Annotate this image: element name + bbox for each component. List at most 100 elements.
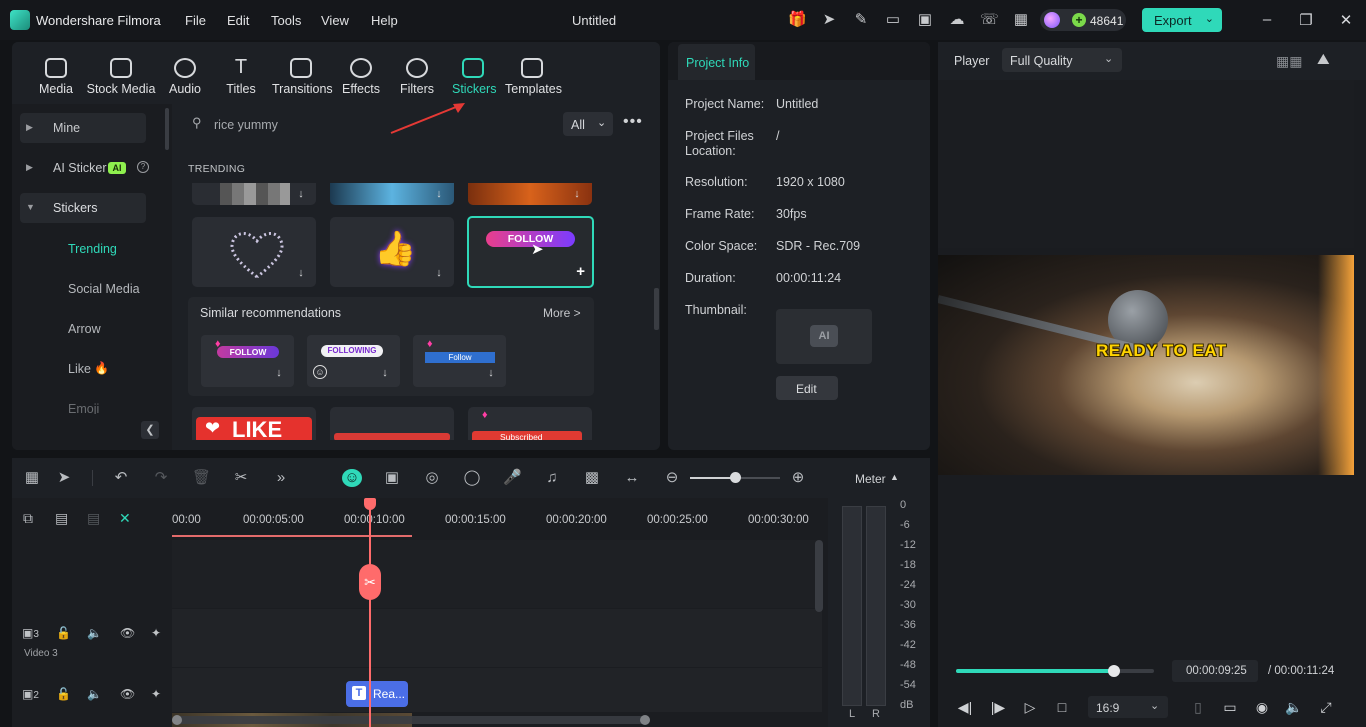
timeline-v-scrollbar[interactable] (815, 540, 823, 612)
audio-mixer-icon[interactable]: ♫ (543, 469, 561, 487)
select-tool-icon[interactable]: ➤ (55, 469, 73, 487)
download-icon[interactable]: ↓ (294, 187, 308, 201)
stop-icon[interactable]: □ (1053, 698, 1071, 716)
tab-transitions[interactable]: Transitions (272, 58, 333, 96)
headset-icon[interactable]: ☏ (980, 11, 999, 29)
sticker-thumb-follow-selected[interactable]: FOLLOW ➤ + (467, 216, 594, 288)
download-icon[interactable]: ↓ (432, 266, 446, 280)
monitor-icon[interactable]: ▭ (884, 11, 902, 29)
sticker-thumb[interactable] (330, 407, 454, 440)
scissors-icon[interactable]: ✂ (232, 469, 250, 487)
snapshot-image-icon[interactable]: ⛰ (1317, 51, 1330, 68)
thumbnail-box[interactable]: AI (776, 309, 872, 364)
fullscreen-icon[interactable]: ⤢ (1317, 698, 1335, 716)
sidebar-sub-arrow[interactable]: Arrow (68, 322, 101, 336)
add-track-icon[interactable]: ⧉ (23, 510, 33, 527)
filter-dropdown[interactable]: All ⌄ (563, 112, 613, 136)
play-icon[interactable]: ▷ (1021, 698, 1039, 716)
eye-icon[interactable]: 👁 (120, 626, 135, 640)
tab-audio[interactable]: Audio (166, 58, 204, 96)
menu-tools[interactable]: Tools (271, 13, 301, 28)
feedback-icon[interactable]: ✎ (852, 11, 870, 29)
quality-dropdown[interactable]: Full Quality ⌄ (1002, 48, 1122, 72)
lock-icon[interactable]: 🔓 (56, 626, 71, 640)
display-icon[interactable]: ▭ (1221, 698, 1239, 716)
save-icon[interactable]: ▣ (916, 11, 934, 29)
tab-media[interactable]: Media (36, 58, 76, 96)
shield-icon[interactable]: ◯ (463, 469, 481, 487)
video-track-3[interactable] (172, 609, 822, 667)
zoom-out-icon[interactable]: ⊖ (663, 469, 681, 487)
similar-item-following[interactable]: FOLLOWING ☺ ↓ (307, 335, 400, 387)
playhead-handle[interactable] (364, 498, 376, 510)
cloud-upload-icon[interactable]: ☁ (948, 11, 966, 29)
snap-icon[interactable]: ✕ (119, 510, 131, 527)
prev-frame-icon[interactable]: ◀| (956, 698, 974, 716)
menu-help[interactable]: Help (371, 13, 398, 28)
tab-stock-media[interactable]: Stock Media (86, 58, 156, 96)
lock-icon[interactable]: 🔓 (56, 687, 71, 701)
current-time-field[interactable]: 00:00:09:25 (1172, 660, 1258, 682)
sidebar-item-mine[interactable]: ▶ Mine (20, 113, 146, 143)
menu-file[interactable]: File (185, 13, 206, 28)
similar-item-follow-blue[interactable]: ♦ Follow ↓ (413, 335, 506, 387)
tab-filters[interactable]: Filters (398, 58, 436, 96)
send-icon[interactable]: ➤ (820, 11, 838, 29)
sticker-thumb[interactable]: ↓ (468, 183, 592, 205)
overlay-title-text[interactable]: READY TO EAT (1096, 341, 1227, 361)
credits-pill[interactable]: + 48641 (1040, 9, 1126, 31)
sticker-thumb-like[interactable]: LIKE ❤ (192, 407, 316, 440)
microphone-icon[interactable]: 🎤 (503, 469, 522, 487)
eye-icon[interactable]: 👁 (120, 687, 135, 701)
camera-icon[interactable]: ◉ (1253, 698, 1271, 716)
apps-grid-icon[interactable]: ▦ (1012, 11, 1030, 29)
download-icon[interactable]: ↓ (378, 366, 392, 380)
scroll-handle-right[interactable] (640, 715, 650, 725)
progress-track[interactable] (956, 665, 1154, 677)
more-options-icon[interactable]: ••• (623, 114, 643, 130)
more-tools-icon[interactable]: » (272, 469, 290, 487)
link-icon[interactable]: ▤ (55, 510, 68, 527)
tab-templates[interactable]: Templates (505, 58, 562, 96)
sticker-scrollbar[interactable] (654, 288, 659, 330)
scroll-handle-left[interactable] (172, 715, 182, 725)
ai-mate-icon[interactable]: ☺ (342, 469, 362, 487)
volume-icon[interactable]: 🔈 (87, 626, 102, 640)
undo-icon[interactable]: ↶ (112, 469, 130, 487)
edit-thumbnail-button[interactable]: Edit (776, 376, 838, 400)
redo-icon[interactable]: ↷ (152, 469, 170, 487)
export-button[interactable]: Export ⌄ (1142, 8, 1222, 32)
split-scissors-icon[interactable]: ✂ (359, 564, 381, 600)
tab-project-info[interactable]: Project Info (678, 44, 755, 80)
title-clip[interactable]: T Rea... (346, 681, 408, 707)
sidebar-sub-social-media[interactable]: Social Media (68, 282, 140, 296)
add-icon[interactable]: + (576, 263, 585, 280)
sidebar-item-stickers[interactable]: ▼ Stickers (20, 193, 146, 223)
timeline-h-scrollbar[interactable] (172, 715, 650, 725)
video-track-2[interactable] (172, 668, 822, 712)
download-icon[interactable]: ↓ (272, 366, 286, 380)
chevron-up-icon[interactable]: ▲ (890, 472, 899, 482)
aspect-ratio-dropdown[interactable]: 16:9 ⌄ (1088, 696, 1168, 718)
sidebar-sub-emoji[interactable]: Emoji (68, 402, 99, 414)
sticker-thumb-subscribed[interactable]: ♦ Subscribed (468, 407, 592, 440)
sidebar-sub-like[interactable]: Like (68, 362, 91, 376)
marker-icon[interactable]: ▯ (1189, 698, 1207, 716)
sidebar-scrollbar[interactable] (165, 108, 169, 150)
tab-stickers[interactable]: Stickers (452, 58, 496, 96)
layout-grid-icon[interactable]: ▦▦ (1276, 53, 1302, 70)
magic-wand-icon[interactable]: ✦ (151, 626, 161, 640)
sticker-thumb-heart[interactable]: ↓ (192, 217, 316, 287)
sidebar-sub-trending[interactable]: Trending (68, 242, 117, 256)
collapse-sidebar-icon[interactable]: ❮ (141, 421, 159, 439)
similar-item-follow[interactable]: ♦ FOLLOW ↓ (201, 335, 294, 387)
volume-icon[interactable]: 🔈 (1285, 698, 1303, 716)
next-frame-icon[interactable]: |▶ (989, 698, 1007, 716)
zoom-slider-track[interactable] (690, 472, 780, 483)
video-preview[interactable]: READY TO EAT (938, 255, 1354, 475)
gift-icon[interactable]: 🎁 (788, 11, 807, 29)
download-icon[interactable]: ↓ (432, 187, 446, 201)
layout-grid-icon[interactable]: ▦ (23, 469, 41, 487)
speed-icon[interactable]: ◎ (423, 469, 441, 487)
auto-reframe-icon[interactable]: ▩ (583, 469, 601, 487)
